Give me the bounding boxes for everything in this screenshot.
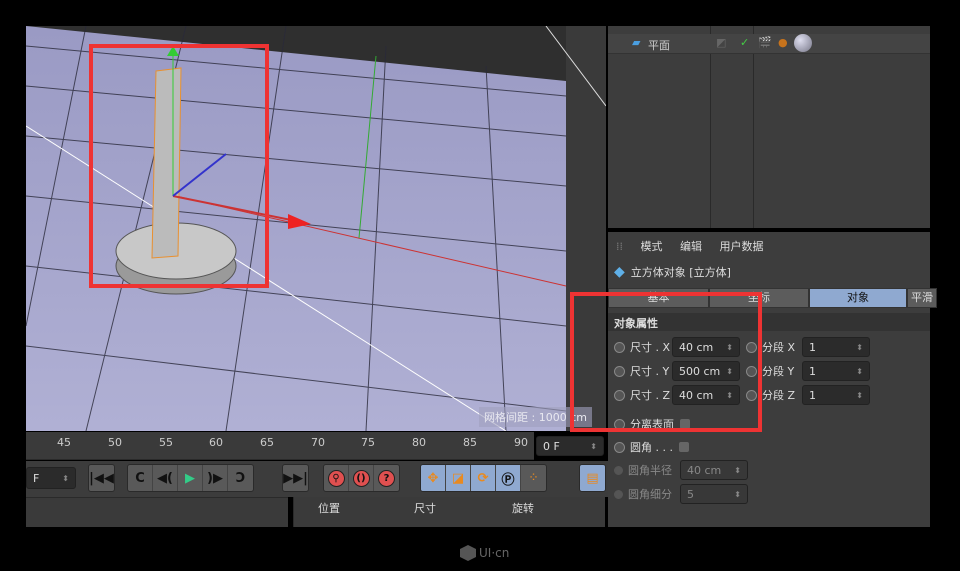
tab-phong[interactable]: 平滑 xyxy=(907,288,937,308)
anim-radio[interactable] xyxy=(614,441,625,453)
parameter-key-icon[interactable]: Ⓟ xyxy=(496,465,521,491)
start-frame-value: F xyxy=(33,471,40,485)
next-key-icon[interactable]: Ↄ xyxy=(228,465,253,491)
tick: 50 xyxy=(108,436,122,449)
seg-y-label: 分段 Y xyxy=(762,365,795,378)
menu-mode[interactable]: 模式 xyxy=(641,240,663,253)
attribute-menu: ⁞⁞ 模式 编辑 用户数据 xyxy=(616,240,764,253)
material-tag-icon xyxy=(794,34,812,52)
go-to-start-icon[interactable]: |◀◀ xyxy=(89,465,114,491)
point-level-icon[interactable]: ⁘ xyxy=(521,465,546,491)
highlight-box-object xyxy=(89,44,269,288)
current-frame-field[interactable]: 0 F ⬍ xyxy=(536,436,604,456)
play-icon[interactable]: ▶ xyxy=(178,465,203,491)
render-tag-icon: 🎬 xyxy=(758,36,772,49)
playback-toolbar: F ⬍ |◀◀ C ◀(▶)▶ Ↄ ▶▶| ⚲()? ✥ ◪ ⟳ Ⓟ ⁘ ▤ xyxy=(26,461,608,497)
go-to-end-icon[interactable]: ▶▶| xyxy=(283,465,308,491)
fillet-label: 圆角 . . . xyxy=(630,441,673,454)
watermark-text: UI·cn xyxy=(479,546,510,560)
tick: 55 xyxy=(159,436,173,449)
menu-user-data[interactable]: 用户数据 xyxy=(720,240,764,253)
tick: 90 xyxy=(514,436,528,449)
tick: 65 xyxy=(260,436,274,449)
fillet-radius-value: 40 cm xyxy=(687,463,722,477)
next-frame-icon[interactable]: )▶ xyxy=(203,465,228,491)
fillet-subdiv-field: 5 ⬍ xyxy=(680,484,748,504)
prev-frame-icon[interactable]: ◀( xyxy=(153,465,178,491)
object-row-plane[interactable]: ▰ 平面 ◩ ✓ 🎬 ● xyxy=(608,34,930,54)
fillet-checkbox[interactable] xyxy=(678,442,689,452)
record-key-icon[interactable]: ⚲ xyxy=(324,465,349,491)
rotation-header: 旋转 xyxy=(512,502,534,515)
film-strip-icon[interactable]: ▤ xyxy=(580,465,605,491)
tick: 75 xyxy=(361,436,375,449)
logo-icon xyxy=(460,545,476,561)
seg-y-field[interactable]: 1 ⬍ xyxy=(802,361,870,381)
menu-edit[interactable]: 编辑 xyxy=(680,240,702,253)
position-header: 位置 xyxy=(318,502,340,515)
material-manager xyxy=(26,497,288,527)
timeline-ruler[interactable]: 45 50 55 60 65 70 75 80 85 90 xyxy=(26,432,534,460)
object-name: 平面 xyxy=(648,39,670,52)
move-key-icon[interactable]: ✥ xyxy=(421,465,446,491)
scale-key-icon[interactable]: ◪ xyxy=(446,465,471,491)
seg-z-label: 分段 Z xyxy=(762,389,796,402)
enabled-check-icon[interactable]: ✓ xyxy=(740,36,749,49)
seg-x-field[interactable]: 1 ⬍ xyxy=(802,337,870,357)
seg-z-value: 1 xyxy=(809,388,816,402)
rotate-key-icon[interactable]: ⟳ xyxy=(471,465,496,491)
object-title: 立方体对象 [立方体] xyxy=(630,266,731,279)
layer-icon: ◩ xyxy=(716,36,727,49)
seg-y-value: 1 xyxy=(809,364,816,378)
tick: 45 xyxy=(57,436,71,449)
start-frame-field[interactable]: F ⬍ xyxy=(26,467,76,489)
fillet-subdiv-label: 圆角细分 xyxy=(628,488,672,501)
tick: 70 xyxy=(311,436,325,449)
seg-x-value: 1 xyxy=(809,340,816,354)
autokey-icon[interactable]: () xyxy=(349,465,374,491)
seg-x-label: 分段 X xyxy=(762,341,796,354)
tick: 80 xyxy=(412,436,426,449)
tick: 85 xyxy=(463,436,477,449)
cube-icon: ◆ xyxy=(614,264,625,280)
watermark: UI·cn xyxy=(460,545,509,561)
prev-key-icon[interactable]: C xyxy=(128,465,153,491)
size-header: 尺寸 xyxy=(414,502,436,515)
phong-tag-icon: ● xyxy=(778,36,788,49)
coordinates-manager: 位置 尺寸 旋转 xyxy=(293,497,605,527)
fillet-radius-label: 圆角半径 xyxy=(628,464,672,477)
seg-z-field[interactable]: 1 ⬍ xyxy=(802,385,870,405)
keyframe-selection-icon[interactable]: ? xyxy=(374,465,399,491)
tab-object[interactable]: 对象 xyxy=(809,288,907,308)
highlight-box-size xyxy=(570,292,762,432)
current-frame-value: 0 F xyxy=(543,439,560,453)
fillet-subdiv-value: 5 xyxy=(687,487,694,501)
tick: 60 xyxy=(209,436,223,449)
fillet-radius-field: 40 cm ⬍ xyxy=(680,460,748,480)
object-manager: ▰ 平面 ◩ ✓ 🎬 ● xyxy=(608,26,930,228)
anim-radio xyxy=(614,489,623,499)
anim-radio xyxy=(614,465,623,475)
plane-icon: ▰ xyxy=(632,36,641,49)
